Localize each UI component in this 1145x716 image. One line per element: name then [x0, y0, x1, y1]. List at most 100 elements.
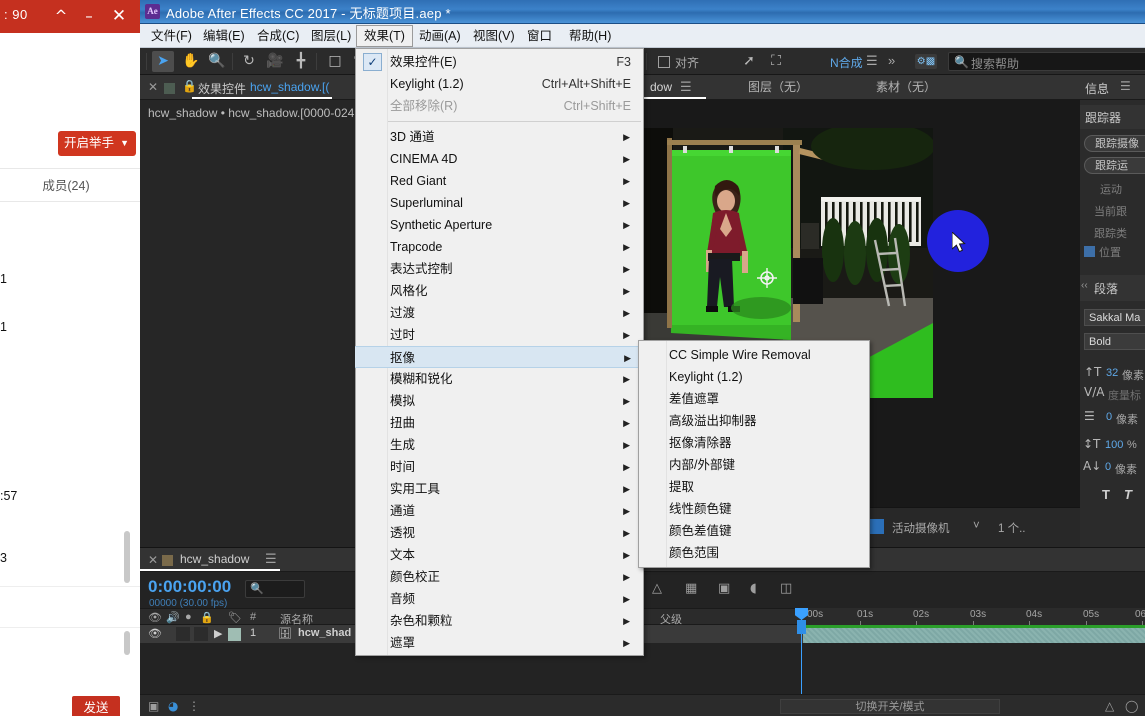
row-lock-box[interactable]: [194, 627, 208, 641]
font-size-value[interactable]: 32: [1106, 367, 1118, 379]
menu-item-noise-grain[interactable]: 杂色和颗粒 ▶: [356, 610, 643, 632]
submenu-item-color-range[interactable]: 颜色范围: [639, 542, 869, 564]
close-icon[interactable]: ✕: [148, 553, 158, 567]
fit-icon[interactable]: ⛶: [765, 51, 787, 72]
composition-shy-icon[interactable]: △: [652, 581, 662, 596]
panel-menu-icon[interactable]: ☰: [265, 551, 277, 567]
menu-item-stylize[interactable]: 风格化 ▶: [356, 280, 643, 302]
label-column-icon[interactable]: 🏷: [228, 611, 242, 624]
menu-item-time[interactable]: 时间 ▶: [356, 456, 643, 478]
submenu-item-cc-simple-wire-removal[interactable]: CC Simple Wire Removal: [639, 344, 869, 366]
kerning-value[interactable]: 度量标: [1108, 387, 1141, 403]
menu-item-superluminal[interactable]: Superluminal ▶: [356, 192, 643, 214]
views-count-label[interactable]: 1 个..: [998, 520, 1025, 536]
menu-item-expression-controls[interactable]: 表达式控制 ▶: [356, 258, 643, 280]
faux-bold-button[interactable]: T: [1102, 487, 1110, 502]
submenu-item-linear-color-key[interactable]: 线性颜色键: [639, 498, 869, 520]
zoom-slider-icon[interactable]: ◯: [1125, 699, 1138, 713]
workspace-ncomp-label[interactable]: N合成: [830, 54, 863, 71]
menu-item-transition[interactable]: 过渡 ▶: [356, 302, 643, 324]
menu-item-keying[interactable]: 抠像 ▶: [355, 346, 644, 368]
align-panel-icon[interactable]: [658, 56, 670, 68]
video-toggle-icon[interactable]: 👁: [148, 611, 162, 624]
menu-animation[interactable]: 动画(A): [412, 25, 468, 47]
layer-clip-bar[interactable]: [803, 628, 1145, 643]
chevron-down-icon[interactable]: ▼: [120, 131, 129, 156]
zoom-out-icon[interactable]: △: [1105, 699, 1114, 713]
motion-blur-icon[interactable]: ▣: [718, 581, 730, 596]
close-icon[interactable]: ✕: [148, 80, 158, 94]
menu-item-simulation[interactable]: 模拟 ▶: [356, 390, 643, 412]
menu-item-red-giant[interactable]: Red Giant ▶: [356, 170, 643, 192]
faux-italic-button[interactable]: T: [1124, 487, 1132, 502]
effect-controls-tab-name[interactable]: hcw_shadow.[(: [250, 80, 329, 94]
input-scrollbar[interactable]: [124, 631, 130, 655]
snapping-icon[interactable]: ➚: [738, 51, 760, 72]
switch-modes-button[interactable]: 切换开关/模式: [780, 699, 1000, 714]
submenu-item-inner-outer-key[interactable]: 内部/外部键: [639, 454, 869, 476]
row-solo-box[interactable]: [176, 627, 190, 641]
pan-behind-tool-icon[interactable]: ╋: [290, 51, 312, 72]
submenu-item-keylight[interactable]: Keylight (1.2): [639, 366, 869, 388]
info-panel-tab[interactable]: 信息 ☰: [1080, 75, 1145, 100]
track-motion-button[interactable]: 跟踪运: [1084, 157, 1145, 174]
toggle-switches-icon[interactable]: ▣: [148, 699, 159, 713]
chat-scrollbar[interactable]: [124, 531, 130, 583]
brainstorm-icon[interactable]: ◫: [780, 581, 792, 596]
submenu-item-advanced-spill-suppressor[interactable]: 高级溢出抑制器: [639, 410, 869, 432]
submenu-item-extract[interactable]: 提取: [639, 476, 869, 498]
playhead-marker[interactable]: [797, 620, 806, 634]
menu-item-blur-sharpen[interactable]: 模糊和锐化 ▶: [356, 368, 643, 390]
menu-window[interactable]: 窗口: [520, 25, 559, 47]
panel-menu-icon[interactable]: ☰: [1120, 79, 1131, 93]
row-video-toggle-icon[interactable]: 👁: [148, 627, 162, 640]
menu-item-cinema4d[interactable]: CINEMA 4D ▶: [356, 148, 643, 170]
menu-item-generate[interactable]: 生成 ▶: [356, 434, 643, 456]
paragraph-panel-tab[interactable]: 段落 ‹‹: [1080, 275, 1145, 301]
search-input[interactable]: 🔍 搜索帮助: [948, 52, 1145, 71]
effect-controls-tab-label[interactable]: 效果控件: [198, 80, 246, 97]
menu-item-text[interactable]: 文本 ▶: [356, 544, 643, 566]
tracker-panel-tab[interactable]: 跟踪器: [1080, 105, 1145, 129]
baseline-shift-value[interactable]: 0: [1105, 461, 1111, 473]
font-style-field[interactable]: Bold: [1084, 333, 1145, 350]
minimize-icon[interactable]: –: [76, 4, 102, 28]
row-label-color[interactable]: [228, 628, 241, 641]
menu-item-color-correction[interactable]: 颜色校正 ▶: [356, 566, 643, 588]
submenu-item-difference-matte[interactable]: 差值遮罩: [639, 388, 869, 410]
lock-icon[interactable]: 🔒: [182, 79, 197, 93]
menu-effect[interactable]: 效果(T): [356, 25, 413, 47]
frame-blend-icon[interactable]: ▦: [685, 581, 697, 596]
menu-composition[interactable]: 合成(C): [250, 25, 306, 47]
timeline-ruler[interactable]: 00s 01s 02s 03s 04s 05s 06s: [803, 608, 1145, 625]
effect-menu-dropdown[interactable]: ✓ 效果控件(E) F3 Keylight (1.2) Ctrl+Alt+Shi…: [355, 48, 644, 656]
graph-editor-toggle-icon[interactable]: ◕: [168, 699, 178, 713]
tab-composition[interactable]: dow: [642, 75, 680, 99]
shape-tool-icon[interactable]: □: [324, 51, 346, 72]
expand-triangle-icon[interactable]: ▶: [214, 627, 222, 640]
menu-layer[interactable]: 图层(L): [304, 25, 358, 47]
audio-toggle-icon[interactable]: 🔊: [166, 611, 180, 624]
lock-toggle-icon[interactable]: 🔒: [200, 611, 214, 624]
workspace-settings-icon[interactable]: ⚙▩: [915, 54, 937, 69]
timeline-search-input[interactable]: 🔍: [245, 580, 305, 598]
panel-menu-icon[interactable]: ☰: [680, 79, 692, 95]
align-label[interactable]: 对齐: [675, 54, 699, 71]
workspace-menu-icon[interactable]: ☰: [866, 53, 878, 69]
menu-item-trapcode[interactable]: Trapcode ▶: [356, 236, 643, 258]
tab-layer[interactable]: 图层（无）: [740, 75, 816, 99]
menu-item-effect-controls[interactable]: ✓ 效果控件(E) F3: [356, 51, 643, 73]
zoom-tool-icon[interactable]: 🔍: [206, 51, 228, 72]
track-camera-button[interactable]: 跟踪摄像: [1084, 135, 1145, 152]
close-icon[interactable]: ✕: [106, 4, 132, 28]
tab-footage[interactable]: 素材（无）: [868, 75, 944, 99]
rotation-tool-icon[interactable]: ↻: [238, 51, 260, 72]
position-checkbox[interactable]: [1084, 246, 1095, 257]
collapse-icon[interactable]: ^: [48, 4, 74, 28]
font-family-field[interactable]: Sakkal Ma: [1084, 309, 1145, 326]
keying-submenu[interactable]: CC Simple Wire Removal Keylight (1.2) 差值…: [638, 340, 870, 568]
submenu-item-color-difference-key[interactable]: 颜色差值键: [639, 520, 869, 542]
chevron-icon[interactable]: ‹‹: [1081, 280, 1088, 291]
chevron-down-icon[interactable]: ˅: [973, 520, 980, 532]
menu-edit[interactable]: 编辑(E): [196, 25, 252, 47]
